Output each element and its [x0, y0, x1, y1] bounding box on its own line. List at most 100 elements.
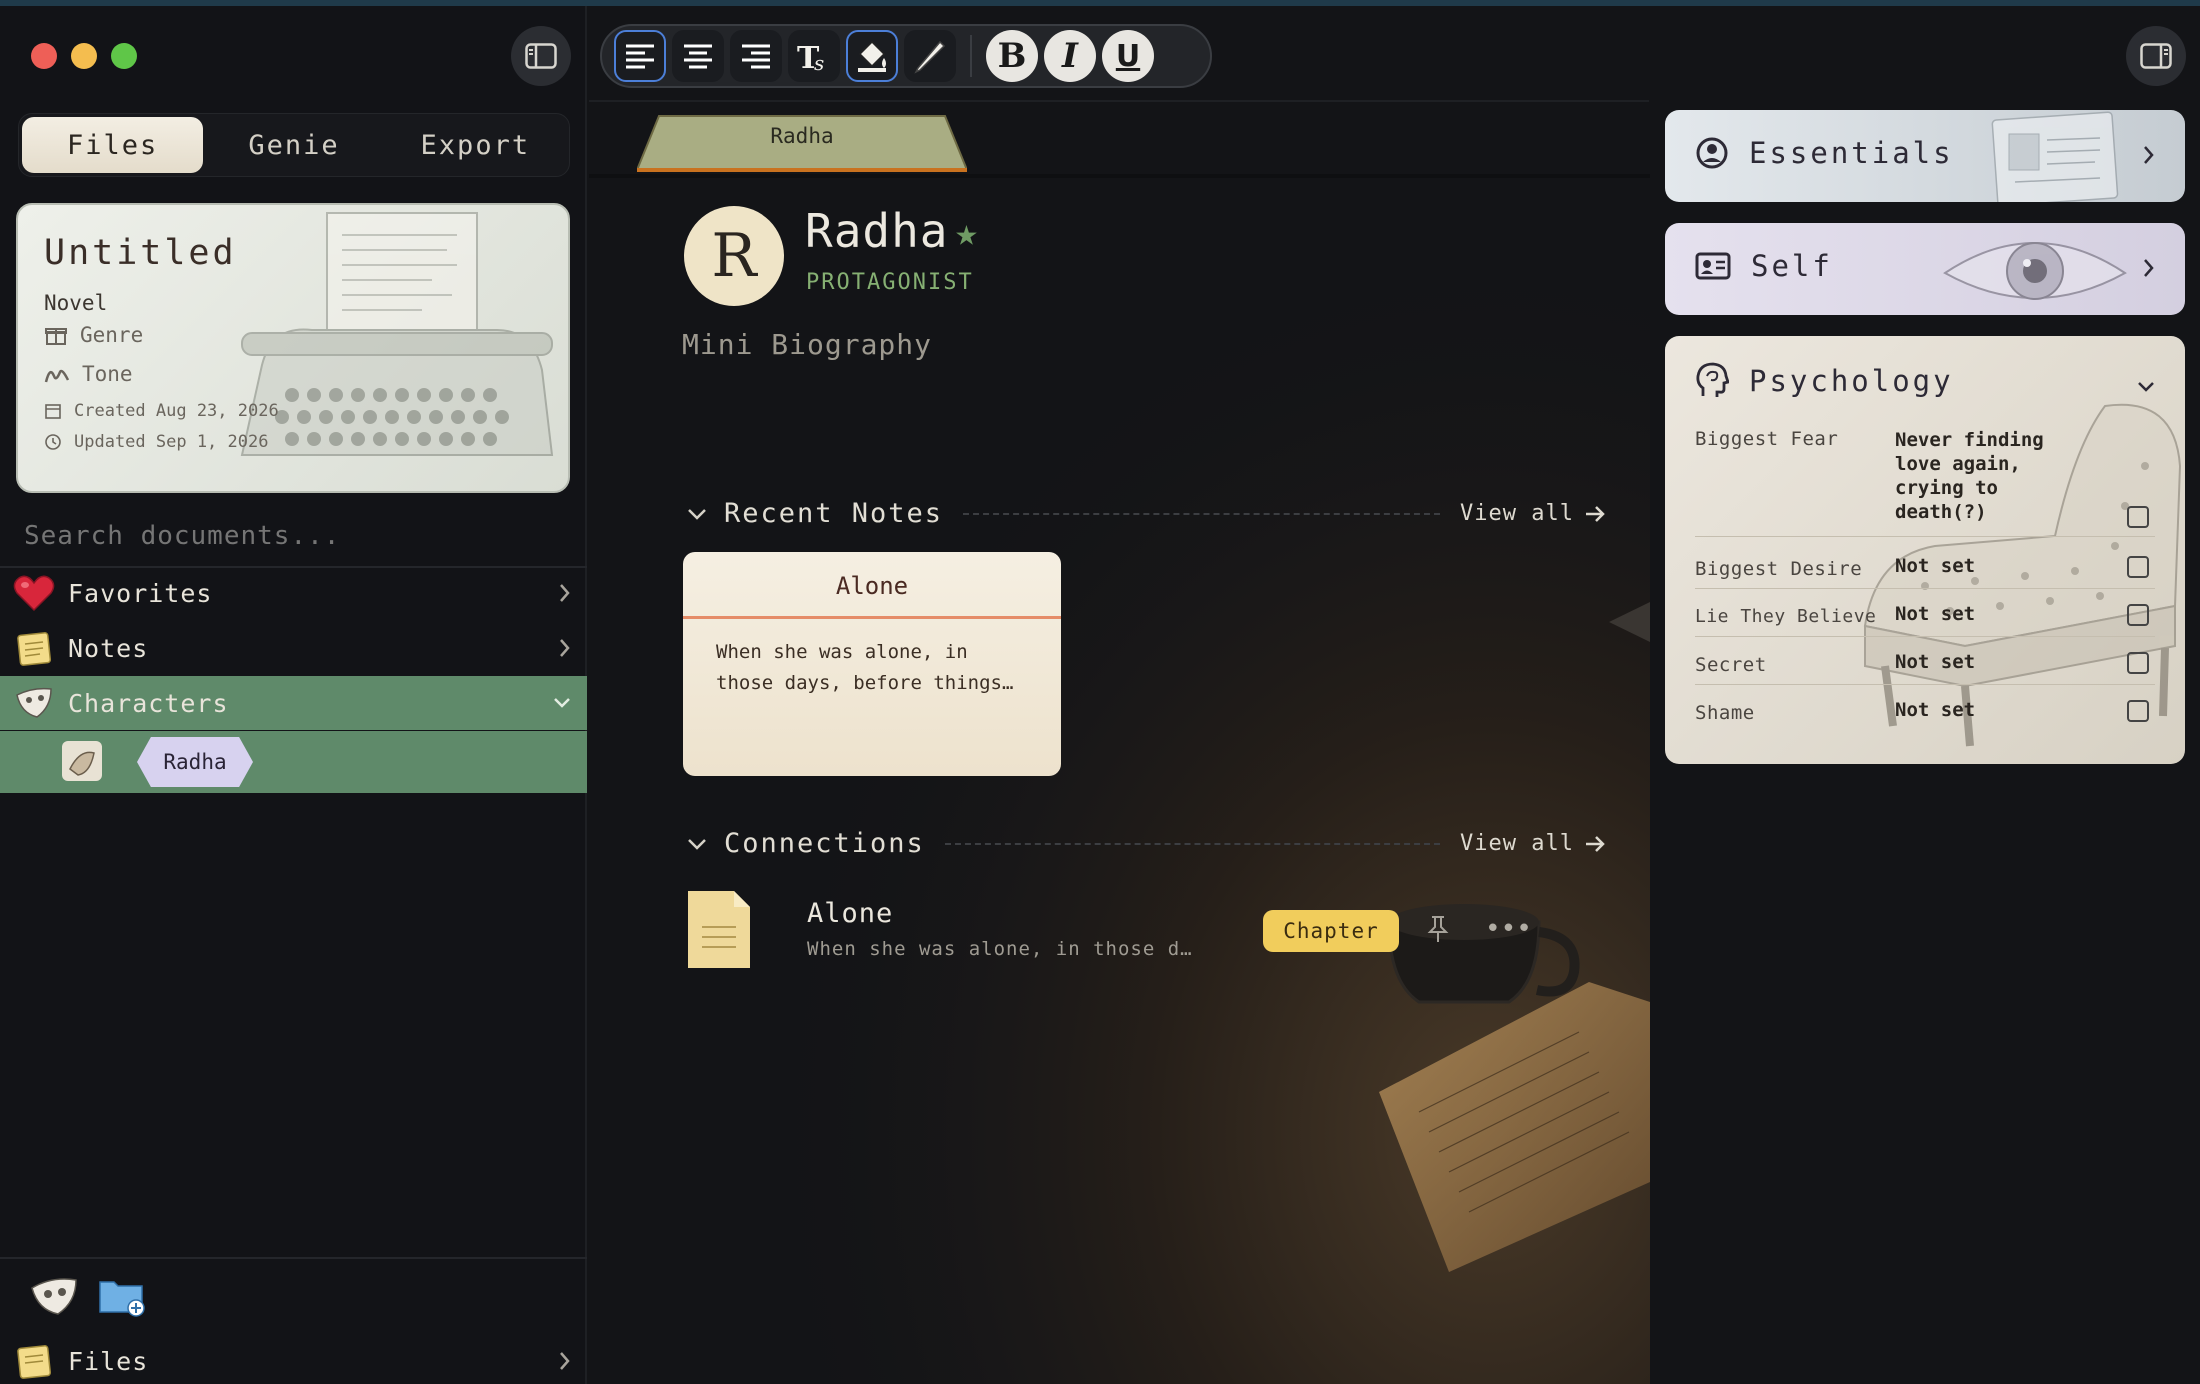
field-value: Not set	[1895, 555, 1976, 577]
underline-button[interactable]: U	[1102, 30, 1154, 82]
document-icon[interactable]	[684, 887, 754, 972]
align-center-button[interactable]	[672, 30, 724, 82]
open-external-icon[interactable]	[2127, 652, 2149, 674]
window-maximize-button[interactable]	[111, 43, 137, 69]
chevron-down-icon[interactable]	[2135, 374, 2157, 400]
recent-notes-header: Recent Notes View all	[686, 498, 1606, 529]
new-character-button[interactable]	[28, 1274, 80, 1322]
card-header: Self	[1695, 249, 1833, 283]
highlight-button[interactable]	[904, 30, 956, 82]
toolbar-separator	[970, 35, 972, 77]
text-color-button[interactable]	[846, 30, 898, 82]
tab-export[interactable]: Export	[385, 117, 566, 173]
sidebar-item-label: Favorites	[68, 578, 213, 608]
card-title: Psychology	[1749, 364, 1954, 398]
new-folder-button[interactable]	[96, 1274, 148, 1322]
character-chip[interactable]: Radha	[137, 737, 253, 787]
field-label: Shame	[1695, 702, 1755, 724]
chevron-right-icon	[560, 639, 570, 657]
window-minimize-button[interactable]	[71, 43, 97, 69]
tone-row[interactable]: Tone	[44, 362, 133, 386]
sidebar-item-characters[interactable]: Characters	[0, 676, 587, 730]
heart-icon	[12, 571, 56, 615]
psychology-row-biggest-desire[interactable]: Biggest Desire Not set	[1695, 554, 2155, 584]
more-options-icon[interactable]: •••	[1485, 914, 1532, 944]
tab-files[interactable]: Files	[22, 117, 204, 173]
font-button[interactable]: Ts	[788, 30, 840, 82]
notepad-icon	[12, 626, 56, 670]
align-right-button[interactable]	[730, 30, 782, 82]
sidebar-toggle-button[interactable]	[511, 26, 571, 86]
chevron-down-icon	[554, 698, 570, 708]
search-input[interactable]	[24, 521, 544, 551]
character-role[interactable]: PROTAGONIST	[806, 270, 974, 295]
view-all-connections-link[interactable]: View all	[1460, 831, 1606, 856]
pin-icon[interactable]	[1427, 914, 1449, 944]
chevron-down-icon[interactable]	[686, 506, 708, 522]
connection-title[interactable]: Alone	[807, 898, 893, 929]
project-card[interactable]: Untitled Novel Genre Tone Created Aug 23…	[16, 203, 570, 493]
note-excerpt: When she was alone, in those days, befor…	[716, 641, 1014, 694]
document-tab-label[interactable]: Radha	[637, 124, 967, 148]
sidebar-item-notes[interactable]: Notes	[0, 621, 587, 675]
italic-button[interactable]: I	[1044, 30, 1096, 82]
card-header: Psychology	[1695, 362, 1954, 400]
sidebar-item-label: Notes	[68, 633, 149, 663]
document-view: Radha R Radha ★ PROTAGONIST Mini Biograp…	[589, 102, 1650, 1384]
tab-genie[interactable]: Genie	[203, 117, 384, 173]
card-title: Essentials	[1749, 136, 1954, 170]
inspector-toggle-button[interactable]	[2126, 26, 2186, 86]
sidebar-left-icon	[525, 43, 557, 69]
note-card[interactable]: Alone When she was alone, in those days,…	[683, 552, 1061, 776]
psychology-row-shame[interactable]: Shame Not set	[1695, 698, 2155, 728]
psychology-row-secret[interactable]: Secret Not set	[1695, 650, 2155, 680]
essentials-card[interactable]: Essentials	[1665, 110, 2185, 202]
psychology-row-biggest-fear[interactable]: Biggest Fear Never finding love again, c…	[1695, 428, 2155, 528]
gift-icon	[45, 328, 67, 345]
align-left-button[interactable]	[614, 30, 666, 82]
character-name[interactable]: Radha	[805, 204, 948, 258]
sidebar-item-files[interactable]: Files	[0, 1334, 587, 1384]
mini-biography-field[interactable]: Mini Biography	[682, 328, 932, 361]
dashed-divider	[944, 842, 1441, 845]
project-title: Untitled	[44, 233, 237, 273]
open-external-icon[interactable]	[2127, 700, 2149, 722]
row-divider	[1695, 636, 2155, 637]
chevron-down-icon[interactable]	[686, 836, 708, 852]
psychology-card: Psychology Biggest Fear Never finding lo…	[1665, 336, 2185, 764]
section-title: Recent Notes	[724, 498, 944, 529]
open-external-icon[interactable]	[2127, 604, 2149, 626]
sidebar-item-label: Files	[68, 1346, 149, 1376]
connection-excerpt: When she was alone, in those d…	[807, 938, 1193, 960]
field-label: Lie They Believe	[1695, 606, 1877, 627]
svg-text:s: s	[814, 51, 824, 74]
character-item-radha[interactable]: Radha	[0, 731, 587, 793]
psychology-row-lie-they-believe[interactable]: Lie They Believe Not set	[1695, 602, 2155, 632]
sidebar-item-favorites[interactable]: Favorites	[0, 566, 587, 620]
paint-bucket-icon	[858, 40, 886, 72]
character-thumbnail-icon	[62, 741, 102, 781]
folder-plus-icon	[99, 1281, 145, 1317]
character-avatar[interactable]: R	[684, 206, 784, 306]
clipboard-illustration	[1991, 111, 2119, 202]
calendar-icon	[45, 404, 61, 419]
typewriter-illustration	[240, 212, 554, 456]
connection-type-badge[interactable]: Chapter	[1263, 910, 1399, 952]
brain-head-icon	[1696, 362, 1729, 397]
formatting-toolbar: Ts B I U	[600, 24, 1212, 88]
mask-icon	[12, 681, 56, 725]
star-icon[interactable]: ★	[955, 210, 978, 254]
open-external-icon[interactable]	[2127, 506, 2149, 528]
chevron-right-icon	[2144, 146, 2154, 164]
pencil-icon	[914, 40, 946, 74]
open-external-icon[interactable]	[2127, 556, 2149, 578]
view-all-notes-link[interactable]: View all	[1460, 501, 1606, 526]
arrow-right-icon	[1586, 505, 1605, 522]
card-title: Self	[1751, 249, 1833, 283]
window-close-button[interactable]	[31, 43, 57, 69]
created-date: Created Aug 23, 2026	[74, 401, 279, 421]
self-card[interactable]: Self	[1665, 223, 2185, 315]
bold-button[interactable]: B	[986, 30, 1038, 82]
genre-row[interactable]: Genre	[44, 323, 143, 347]
id-card-icon	[1695, 252, 1731, 280]
